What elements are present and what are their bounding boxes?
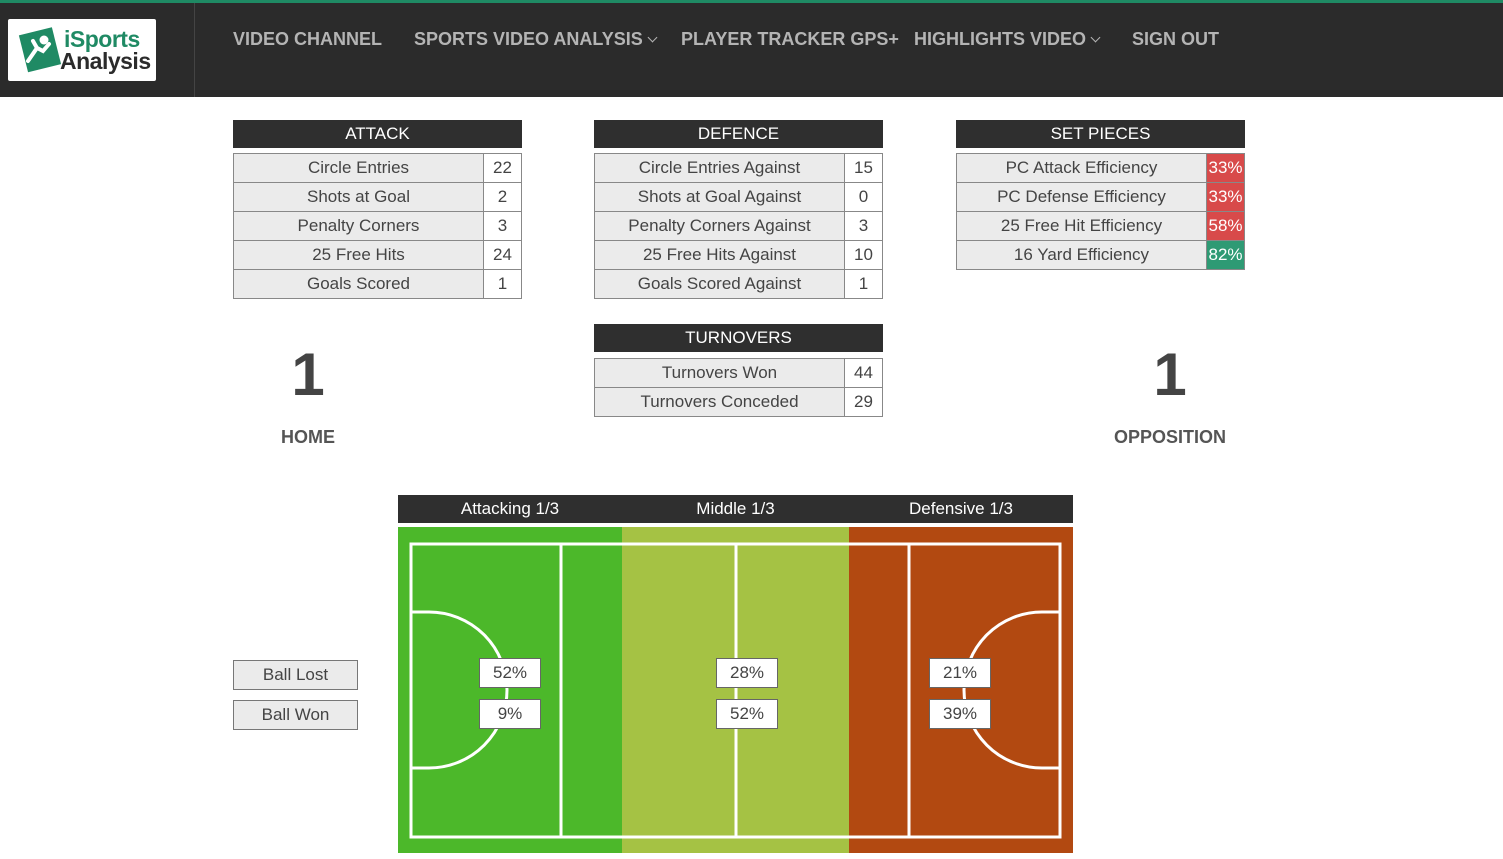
nav-sign-out-label: SIGN OUT xyxy=(1132,29,1220,49)
attacking-ball-won-pct: 9% xyxy=(479,699,541,729)
stat-label: Penalty Corners Against xyxy=(594,211,845,241)
opposition-score: 1 xyxy=(1153,341,1187,408)
table-row: Circle Entries 22 xyxy=(233,153,522,183)
brand-logo[interactable]: iSports Analysis xyxy=(8,19,156,81)
table-row: Penalty Corners Against 3 xyxy=(594,211,883,241)
zone-label-middle: Middle 1/3 xyxy=(696,499,775,518)
nav-highlights-video[interactable]: HIGHLIGHTS VIDEO xyxy=(914,28,1101,50)
chevron-down-icon xyxy=(647,32,658,43)
nav-video-channel[interactable]: VIDEO CHANNEL xyxy=(233,28,382,50)
defence-table: Circle Entries Against 15 Shots at Goal A… xyxy=(594,153,883,299)
stat-label: Goals Scored xyxy=(233,269,484,299)
set-pieces-header: SET PIECES xyxy=(956,120,1245,148)
middle-ball-lost-pct: 28% xyxy=(716,658,778,688)
nav-player-tracker-label: PLAYER TRACKER GPS+ xyxy=(681,29,899,49)
stat-value: 22 xyxy=(483,153,522,183)
stat-label: 25 Free Hits Against xyxy=(594,240,845,270)
efficiency-value: 82% xyxy=(1206,240,1245,270)
table-row: Goals Scored 1 xyxy=(233,269,522,299)
home-label: HOME xyxy=(281,427,335,447)
attack-table: Circle Entries 22 Shots at Goal 2 Penalty … xyxy=(233,153,522,299)
table-row: 16 Yard Efficiency 82% xyxy=(956,240,1245,270)
defensive-ball-lost-pct: 21% xyxy=(929,658,991,688)
zone-label-attacking: Attacking 1/3 xyxy=(460,499,560,518)
table-row: Turnovers Won 44 xyxy=(594,358,883,388)
stat-value: 29 xyxy=(844,387,883,417)
stat-label: Penalty Corners xyxy=(233,211,484,241)
stat-value: 2 xyxy=(483,182,522,212)
table-row: Turnovers Conceded 29 xyxy=(594,387,883,417)
hockey-pitch xyxy=(398,527,1073,853)
brand-logo-icon xyxy=(18,27,62,73)
nav-sports-video-analysis-label: SPORTS VIDEO ANALYSIS xyxy=(414,29,643,49)
home-score: 1 xyxy=(291,341,325,408)
pitch-zones-header: Attacking 1/3 Middle 1/3 Defensive 1/3 xyxy=(398,495,1073,523)
stat-value: 15 xyxy=(844,153,883,183)
table-row: Penalty Corners 3 xyxy=(233,211,522,241)
stat-value: 10 xyxy=(844,240,883,270)
zone-attacking xyxy=(398,527,622,853)
top-navigation-bar: iSports Analysis VIDEO CHANNEL SPORTS VI… xyxy=(0,0,1503,97)
nav-player-tracker[interactable]: PLAYER TRACKER GPS+ xyxy=(681,28,899,50)
nav-sports-video-analysis[interactable]: SPORTS VIDEO ANALYSIS xyxy=(414,28,658,50)
stat-value: 3 xyxy=(483,211,522,241)
chevron-down-icon xyxy=(1090,32,1101,43)
stat-value: 24 xyxy=(483,240,522,270)
stat-label: Circle Entries Against xyxy=(594,153,845,183)
stat-label: Circle Entries xyxy=(233,153,484,183)
set-pieces-table: PC Attack Efficiency 33% PC Defense Effic… xyxy=(956,153,1245,270)
stat-label: 25 Free Hit Efficiency xyxy=(956,211,1207,241)
nav-highlights-video-label: HIGHLIGHTS VIDEO xyxy=(914,29,1087,49)
table-row: Shots at Goal Against 0 xyxy=(594,182,883,212)
stat-label: PC Attack Efficiency xyxy=(956,153,1207,183)
turnovers-table: Turnovers Won 44 Turnovers Conceded 29 xyxy=(594,358,883,417)
opposition-label: OPPOSITION xyxy=(1113,427,1227,447)
table-row: 25 Free Hit Efficiency 58% xyxy=(956,211,1245,241)
stat-label: PC Defense Efficiency xyxy=(956,182,1207,212)
table-row: PC Defense Efficiency 33% xyxy=(956,182,1245,212)
stat-label: 16 Yard Efficiency xyxy=(956,240,1207,270)
nav-sign-out[interactable]: SIGN OUT xyxy=(1132,28,1219,50)
stat-label: Shots at Goal Against xyxy=(594,182,845,212)
stat-value: 1 xyxy=(844,269,883,299)
table-row: 25 Free Hits Against 10 xyxy=(594,240,883,270)
nav-divider xyxy=(194,3,195,97)
defence-header: DEFENCE xyxy=(594,120,883,148)
stat-value: 44 xyxy=(844,358,883,388)
zone-defensive xyxy=(849,527,1073,853)
turnovers-header: TURNOVERS xyxy=(594,324,883,352)
nav-video-channel-label: VIDEO CHANNEL xyxy=(233,29,383,49)
zone-label-defensive: Defensive 1/3 xyxy=(909,499,1013,518)
table-row: PC Attack Efficiency 33% xyxy=(956,153,1245,183)
stat-label: Shots at Goal xyxy=(233,182,484,212)
table-row: Shots at Goal 2 xyxy=(233,182,522,212)
table-row: 25 Free Hits 24 xyxy=(233,240,522,270)
brand-name-line2: Analysis xyxy=(60,48,151,74)
stat-value: 1 xyxy=(483,269,522,299)
efficiency-value: 58% xyxy=(1206,211,1245,241)
attacking-ball-lost-pct: 52% xyxy=(479,658,541,688)
ball-won-legend[interactable]: Ball Won xyxy=(233,700,358,730)
efficiency-value: 33% xyxy=(1206,182,1245,212)
defensive-ball-won-pct: 39% xyxy=(929,699,991,729)
stat-value: 3 xyxy=(844,211,883,241)
attack-header: ATTACK xyxy=(233,120,522,148)
table-row: Goals Scored Against 1 xyxy=(594,269,883,299)
stat-label: Turnovers Conceded xyxy=(594,387,845,417)
stat-value: 0 xyxy=(844,182,883,212)
efficiency-value: 33% xyxy=(1206,153,1245,183)
stat-label: 25 Free Hits xyxy=(233,240,484,270)
middle-ball-won-pct: 52% xyxy=(716,699,778,729)
stat-label: Goals Scored Against xyxy=(594,269,845,299)
table-row: Circle Entries Against 15 xyxy=(594,153,883,183)
ball-lost-legend[interactable]: Ball Lost xyxy=(233,660,358,690)
stat-label: Turnovers Won xyxy=(594,358,845,388)
